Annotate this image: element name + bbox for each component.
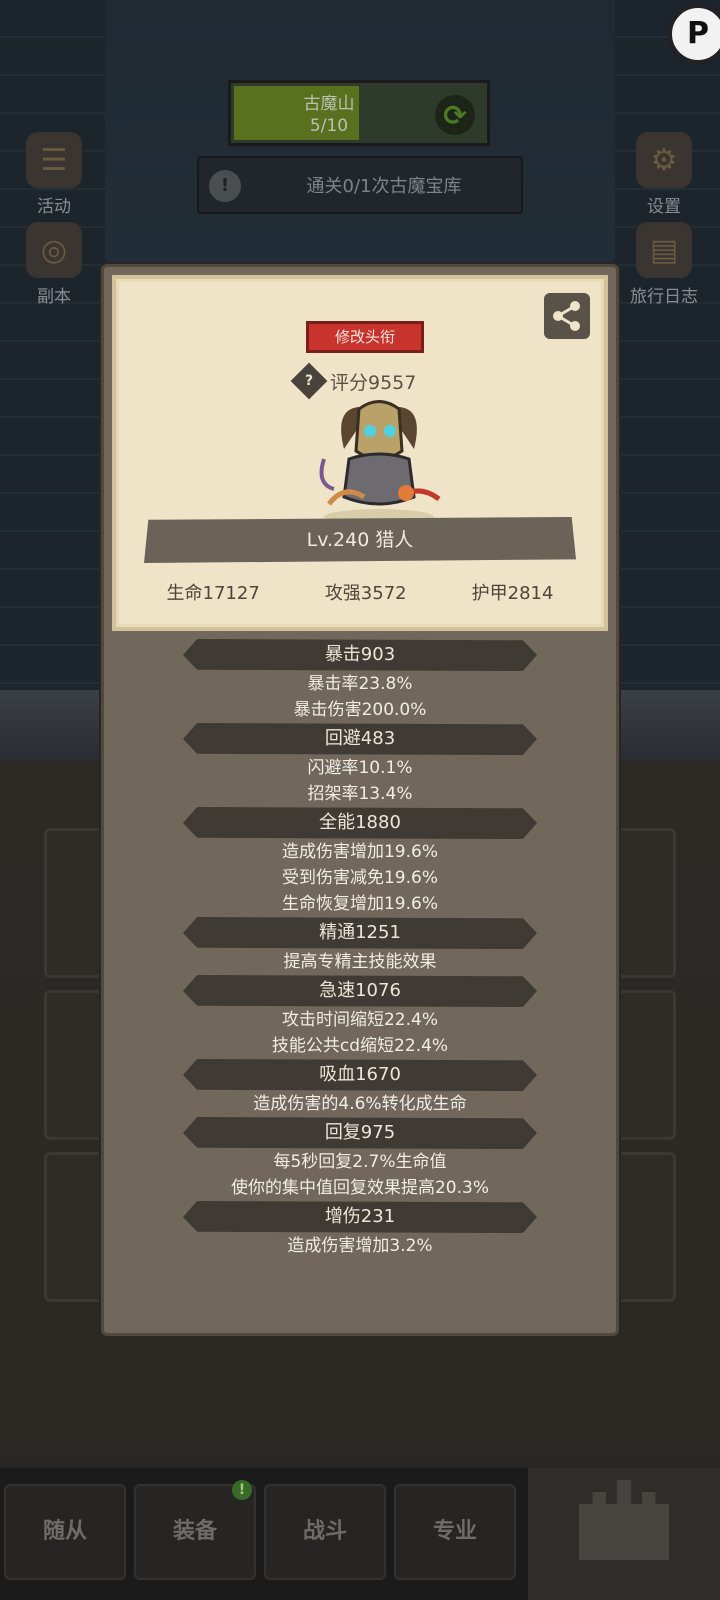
group-line: 技能公共cd缩短22.4% — [271, 1036, 449, 1056]
alert-icon: ! — [209, 170, 241, 202]
group-line: 使你的集中值回复效果提高20.3% — [230, 1178, 489, 1198]
attribute-group: 急速1076 攻击时间缩短22.4% 技能公共cd缩短22.4% — [104, 975, 616, 1059]
attribute-group: 回避483 闪避率10.1% 招架率13.4% — [104, 723, 616, 807]
group-line: 造成伤害的4.6%转化成生命 — [253, 1094, 467, 1114]
group-line: 提高专精主技能效果 — [283, 952, 437, 972]
share-button[interactable] — [544, 293, 590, 339]
castle-icon — [579, 1480, 669, 1560]
attribute-group: 吸血1670 造成伤害的4.6%转化成生命 — [104, 1059, 616, 1117]
group-line: 受到伤害减免19.6% — [281, 868, 438, 888]
group-line: 招架率13.4% — [307, 784, 413, 804]
settings-button[interactable]: ⚙ 设置 — [622, 132, 706, 217]
bg-card-5 — [616, 990, 676, 1140]
stat-health: 生命17127 — [166, 583, 260, 604]
attribute-group: 回复975 每5秒回复2.7%生命值 使你的集中值回复效果提高20.3% — [104, 1117, 616, 1201]
group-header-damage-bonus: 增伤231 — [183, 1201, 537, 1233]
book-icon: ▤ — [636, 222, 692, 278]
stat-attack-power: 攻强3572 — [324, 583, 407, 604]
bg-card-2 — [44, 990, 104, 1140]
tab-profession[interactable]: 专业 — [394, 1484, 516, 1580]
group-line: 闪避率10.1% — [307, 758, 413, 778]
stage-progress: 5/10 — [309, 116, 349, 136]
app-logo-icon[interactable]: P — [668, 4, 720, 64]
group-header-haste: 急速1076 — [183, 975, 537, 1007]
stage-name: 古魔山 — [303, 94, 355, 114]
activity-button[interactable]: ☰ 活动 — [12, 132, 96, 217]
level-class-bar: Lv.240 猎人 — [144, 517, 576, 563]
bg-card-3 — [44, 1152, 104, 1302]
hunter-character-image — [319, 400, 441, 525]
quest-box[interactable]: ! 通关0/1次古魔宝库 — [197, 156, 523, 214]
stage-progress-text: 古魔山 5/10 — [231, 93, 427, 137]
tower-right — [615, 0, 720, 720]
group-line: 造成伤害增加19.6% — [281, 842, 438, 862]
attribute-list: 暴击903 暴击率23.8% 暴击伤害200.0% 回避483 闪避率10.1%… — [104, 639, 616, 1259]
bg-card-1 — [44, 828, 104, 978]
activity-label: 活动 — [37, 197, 71, 217]
core-stats-row: 生命17127 攻强3572 护甲2814 — [116, 579, 604, 605]
tab-battle[interactable]: 战斗 — [264, 1484, 386, 1580]
bg-card-6 — [616, 1152, 676, 1302]
bottom-tab-bar: 随从 装备 战斗 专业 主城 — [0, 1468, 720, 1600]
equipment-badge: ! — [232, 1480, 252, 1500]
tab-followers[interactable]: 随从 — [4, 1484, 126, 1580]
portal-icon: ◎ — [26, 222, 82, 278]
tab-main-city[interactable]: 主城 — [528, 1468, 720, 1600]
refresh-icon[interactable]: ⟳ — [435, 95, 475, 135]
group-line: 生命恢复增加19.6% — [281, 894, 438, 914]
dungeon-label: 副本 — [37, 287, 71, 307]
attribute-group: 暴击903 暴击率23.8% 暴击伤害200.0% — [104, 639, 616, 723]
bg-card-4 — [616, 828, 676, 978]
stage-progress-box[interactable]: 古魔山 5/10 ⟳ — [228, 80, 490, 146]
group-line: 造成伤害增加3.2% — [287, 1236, 433, 1256]
tower-left — [0, 0, 105, 720]
group-line: 攻击时间缩短22.4% — [281, 1010, 438, 1030]
group-header-lifesteal: 吸血1670 — [183, 1059, 537, 1091]
scroll-icon: ☰ — [26, 132, 82, 188]
group-header-mastery: 精通1251 — [183, 917, 537, 949]
group-header-crit: 暴击903 — [183, 639, 537, 671]
share-icon — [553, 301, 580, 331]
profile-modal: 修改头衔 ? 评分9557 Lv.240 猎人 生命17127 攻强3572 护… — [101, 264, 619, 1336]
group-header-regen: 回复975 — [183, 1117, 537, 1149]
stat-armor: 护甲2814 — [471, 583, 554, 604]
profile-card: 修改头衔 ? 评分9557 Lv.240 猎人 生命17127 攻强3572 护… — [112, 275, 608, 631]
travel-log-label: 旅行日志 — [630, 287, 698, 307]
gear-icon: ⚙ — [636, 132, 692, 188]
group-line: 暴击伤害200.0% — [293, 700, 427, 720]
attribute-group: 全能1880 造成伤害增加19.6% 受到伤害减免19.6% 生命恢复增加19.… — [104, 807, 616, 917]
group-line: 每5秒回复2.7%生命值 — [273, 1152, 447, 1172]
group-line: 暴击率23.8% — [307, 674, 413, 694]
attribute-group: 精通1251 提高专精主技能效果 — [104, 917, 616, 975]
dungeon-button[interactable]: ◎ 副本 — [12, 222, 96, 307]
edit-title-button[interactable]: 修改头衔 — [306, 321, 424, 353]
group-header-versatility: 全能1880 — [183, 807, 537, 839]
group-header-avoidance: 回避483 — [183, 723, 537, 755]
attribute-group: 增伤231 造成伤害增加3.2% — [104, 1201, 616, 1259]
settings-label: 设置 — [647, 197, 681, 217]
quest-text: 通关0/1次古魔宝库 — [306, 176, 462, 197]
travel-log-button[interactable]: ▤ 旅行日志 — [616, 222, 712, 307]
